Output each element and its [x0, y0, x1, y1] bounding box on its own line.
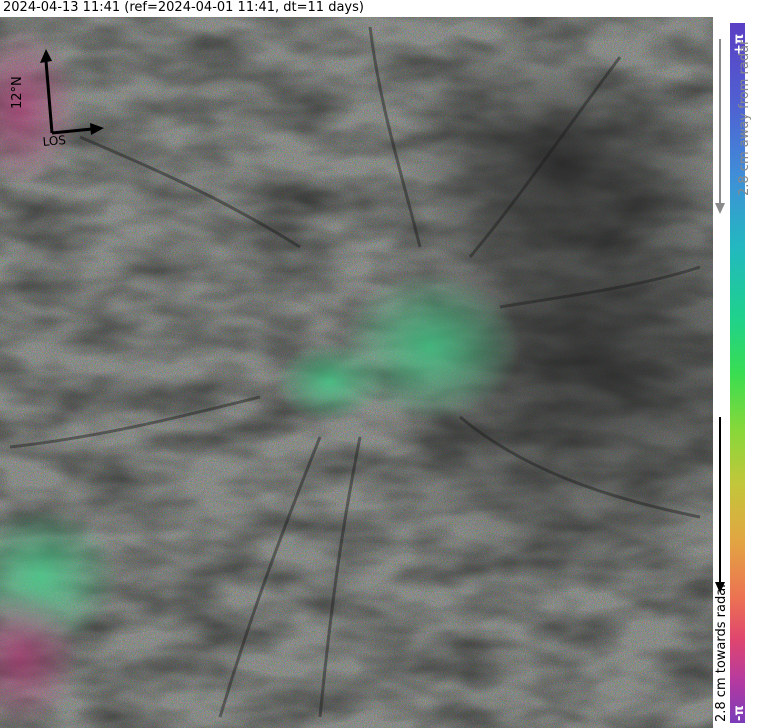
towards-arrow-line: [719, 417, 721, 587]
los-label: LOS: [42, 132, 67, 149]
towards-radar-label: 2.8 cm towards radar: [714, 582, 729, 722]
away-arrow-line: [719, 39, 721, 209]
los-arrow: [51, 127, 93, 135]
away-arrowhead-icon: [715, 203, 725, 214]
north-arrow: [44, 60, 54, 134]
los-arrowhead: [90, 123, 104, 135]
colorbar-bottom-label: -π: [732, 705, 747, 721]
away-from-radar-label: 2.8 cm away from radar: [737, 39, 752, 196]
north-arrowhead: [40, 49, 52, 63]
image-title: 2024-04-13 11:41 (ref=2024-04-01 11:41, …: [3, 0, 364, 15]
interferogram-map: 12°N LOS: [0, 17, 713, 728]
north-label: 12°N: [10, 76, 25, 109]
orientation-arrows: [40, 49, 104, 135]
